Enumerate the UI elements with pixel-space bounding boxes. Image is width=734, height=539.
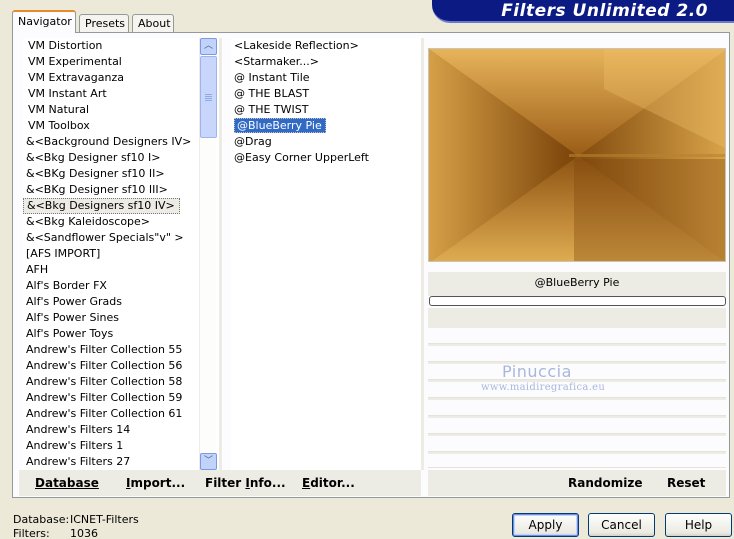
editor-button[interactable]: Editor... [302, 476, 355, 490]
filter-item[interactable]: @ THE TWIST [231, 102, 421, 118]
category-item[interactable]: &<BKg Designer sf10 II> [23, 166, 223, 182]
category-item[interactable]: &<Sandflower Specials"v" > [23, 230, 223, 246]
category-item[interactable]: Andrew's Filter Collection 55 [23, 342, 223, 358]
category-item[interactable]: [AFS IMPORT] [23, 246, 223, 262]
filter-item[interactable]: @Easy Corner UpperLeft [231, 150, 421, 166]
category-item[interactable]: VM Instant Art [23, 86, 223, 102]
category-item[interactable]: Andrew's Filters 14 [23, 422, 223, 438]
preview-image [428, 48, 726, 262]
category-item[interactable]: Alf's Border FX [23, 278, 223, 294]
category-item[interactable]: VM Toolbox [23, 118, 223, 134]
param-row [428, 346, 726, 362]
filter-item[interactable]: @Drag [231, 134, 421, 150]
scroll-up-button[interactable]: ︿ [200, 38, 217, 55]
category-item[interactable]: VM Experimental [23, 54, 223, 70]
category-item[interactable]: AFH [23, 262, 223, 278]
apply-button[interactable]: Apply [512, 513, 579, 537]
reset-button[interactable]: Reset [667, 476, 705, 490]
param-row [428, 328, 726, 344]
category-item[interactable]: Andrew's Filter Collection 59 [23, 390, 223, 406]
filter-item[interactable]: @ Instant Tile [231, 70, 421, 86]
grip-icon [205, 94, 212, 95]
preview-graphic [429, 49, 725, 261]
scroll-down-button[interactable]: ﹀ [200, 453, 217, 470]
navigator-panel: VM Distortion VM Experimental VM Extravaga… [12, 32, 730, 498]
filter-item-label: @ Instant Tile [234, 71, 310, 84]
app-banner: Filters Unlimited 2.0 [432, 0, 734, 23]
param-row [428, 454, 726, 468]
category-item[interactable]: VM Natural [23, 102, 223, 118]
import-button[interactable]: Import... [126, 476, 185, 490]
left-toolbar: Database Import... Filter Info... Editor… [19, 470, 421, 496]
progress-bar [429, 296, 726, 306]
watermark-name: Pinuccia [502, 362, 572, 381]
panel-divider [421, 38, 424, 470]
filters-count-value: 1036 [70, 527, 98, 539]
database-info: Database:ICNET-Filters Filters: 1036 [13, 513, 139, 539]
filter-item[interactable]: <Starmaker...> [231, 54, 421, 70]
category-item[interactable]: Alf's Power Sines [23, 310, 223, 326]
tab-about[interactable]: About [132, 14, 174, 32]
category-item[interactable]: &<Bkg Designers sf10 IV> [23, 198, 223, 214]
category-item[interactable]: Alf's Power Toys [23, 326, 223, 342]
category-item[interactable]: VM Extravaganza [23, 70, 223, 86]
tab-navigator[interactable]: Navigator [12, 10, 76, 33]
filter-item-label: <Starmaker...> [234, 55, 320, 68]
filter-item-label: @ THE TWIST [234, 103, 309, 116]
filter-item-label: @ THE BLAST [234, 87, 310, 100]
app-title: Filters Unlimited 2.0 [501, 1, 708, 21]
category-scrollbar[interactable]: ︿ ﹀ [199, 38, 217, 470]
filter-item-label: @Drag [234, 135, 272, 148]
right-toolbar: Randomize Reset [428, 470, 726, 496]
randomize-button[interactable]: Randomize [568, 476, 642, 490]
filter-item[interactable]: @BlueBerry Pie [231, 118, 421, 134]
param-row [428, 418, 726, 434]
category-item[interactable]: &<Bkg Designer sf10 I> [23, 150, 223, 166]
filter-info-button[interactable]: Filter Info... [205, 476, 286, 490]
chevron-up-icon: ︿ [203, 41, 213, 51]
cancel-button[interactable]: Cancel [588, 513, 655, 537]
scroll-thumb[interactable] [200, 56, 217, 138]
category-item[interactable]: &<BKg Designer sf10 III> [23, 182, 223, 198]
filter-item[interactable]: <Lakeside Reflection> [231, 38, 421, 54]
category-item[interactable]: VM Distortion [23, 38, 223, 54]
filter-item-label: @BlueBerry Pie [234, 118, 326, 133]
param-row [428, 364, 726, 380]
filter-list[interactable]: <Lakeside Reflection> <Starmaker...> @ Ins… [231, 38, 421, 470]
database-label: Database: [13, 513, 70, 526]
filter-item-label: <Lakeside Reflection> [234, 39, 359, 52]
category-item[interactable]: Andrew's Filter Collection 61 [23, 406, 223, 422]
param-row [428, 436, 726, 452]
category-item[interactable]: Andrew's Filters 27 [23, 454, 223, 470]
watermark-url: www.maidiregrafica.eu [481, 382, 606, 393]
list-divider [219, 38, 222, 470]
database-value: ICNET-Filters [70, 513, 139, 526]
category-list[interactable]: VM Distortion VM Experimental VM Extravaga… [23, 38, 223, 470]
tab-presets[interactable]: Presets [79, 14, 129, 32]
database-button[interactable]: Database [35, 476, 99, 490]
category-item[interactable]: &<Background Designers IV> [23, 134, 223, 150]
help-button[interactable]: Help [665, 513, 732, 537]
filters-count-label: Filters: [13, 527, 50, 539]
param-row [428, 400, 726, 416]
category-item[interactable]: Andrew's Filter Collection 56 [23, 358, 223, 374]
filter-item[interactable]: @ THE BLAST [231, 86, 421, 102]
category-item[interactable]: Andrew's Filter Collection 58 [23, 374, 223, 390]
chevron-down-icon: ﹀ [203, 456, 213, 466]
category-item[interactable]: Alf's Power Grads [23, 294, 223, 310]
category-item[interactable]: &<Bkg Kaleidoscope> [23, 214, 223, 230]
selected-filter-name: @BlueBerry Pie [428, 272, 726, 296]
category-item[interactable]: Andrew's Filters 1 [23, 438, 223, 454]
filter-item-label: @Easy Corner UpperLeft [234, 151, 369, 164]
category-item-selected[interactable]: &<Bkg Designers sf10 IV> [23, 198, 180, 214]
